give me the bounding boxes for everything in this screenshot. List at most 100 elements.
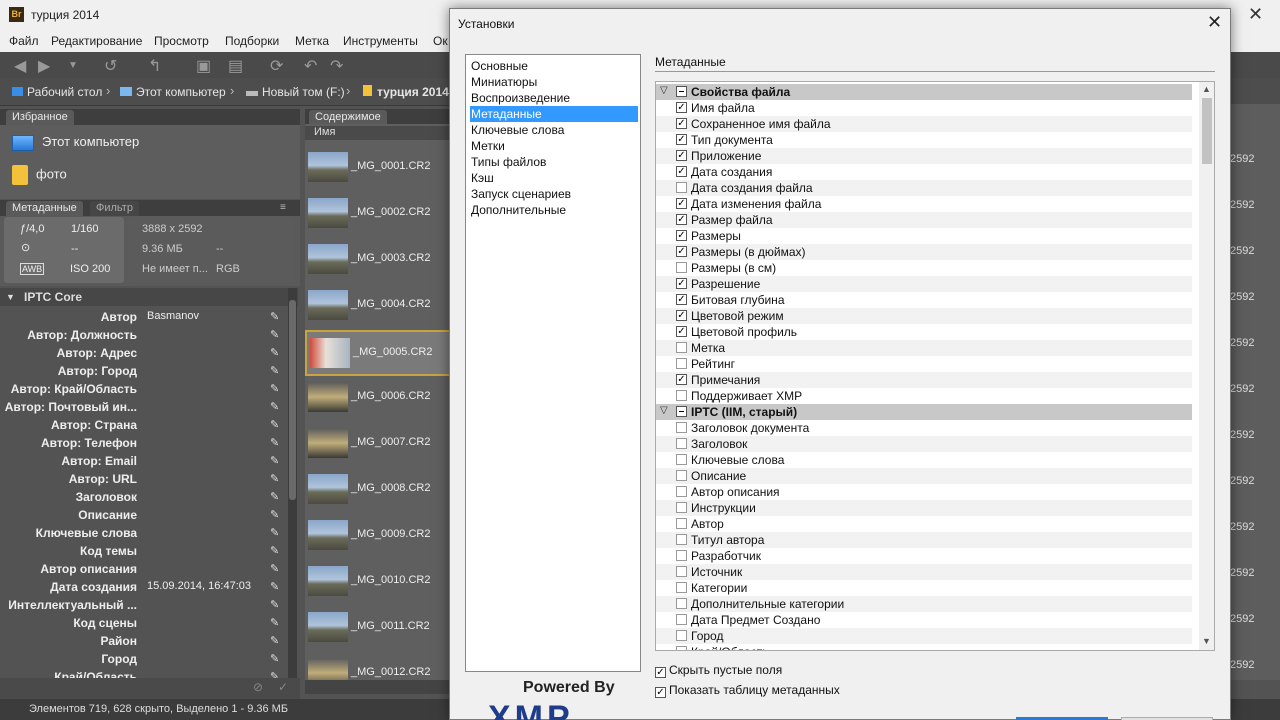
nav-item[interactable]: Запуск сценариев xyxy=(470,186,638,202)
iptc-field-value[interactable]: Basmanov xyxy=(147,310,199,322)
nav-item[interactable]: Кэш xyxy=(470,170,638,186)
field-checkbox[interactable] xyxy=(676,182,687,193)
metadata-field-row[interactable]: ✓ Тип документа xyxy=(656,132,1192,148)
iptc-field[interactable]: Ключевые слова ✎ xyxy=(0,524,290,542)
iptc-field[interactable]: Автор описания ✎ xyxy=(0,560,290,578)
fields-scrollbar[interactable] xyxy=(1199,82,1214,650)
window-close-icon[interactable]: ✕ xyxy=(1248,4,1263,25)
field-checkbox[interactable]: ✓ xyxy=(676,230,687,241)
recent-icon[interactable]: ↺ xyxy=(104,56,117,76)
iptc-field[interactable]: Автор: Должность ✎ xyxy=(0,326,290,344)
metadata-scrollbar-thumb[interactable] xyxy=(289,300,296,500)
file-row[interactable]: _MG_0009.CR2 xyxy=(305,514,465,560)
metadata-field-row[interactable]: Размеры (в см) xyxy=(656,260,1192,276)
hide-empty-fields-option[interactable]: ✓ Скрыть пустые поля xyxy=(655,663,782,678)
field-checkbox[interactable]: ✓ xyxy=(676,134,687,145)
field-checkbox[interactable] xyxy=(676,438,687,449)
metadata-field-row[interactable]: ✓ Приложение xyxy=(656,148,1192,164)
nav-item[interactable]: Ключевые слова xyxy=(470,122,638,138)
field-checkbox[interactable]: ✓ xyxy=(676,150,687,161)
tab-favorites[interactable]: Избранное xyxy=(6,110,74,125)
field-checkbox[interactable] xyxy=(676,582,687,593)
nav-item[interactable]: Основные xyxy=(470,58,638,74)
scroll-up-icon[interactable]: ▲ xyxy=(1202,84,1211,94)
dialog-close-icon[interactable]: ✕ xyxy=(1207,12,1222,33)
metadata-field-row[interactable]: Поддерживает XMP xyxy=(656,388,1192,404)
group-checkbox[interactable] xyxy=(676,86,687,97)
menu-edit[interactable]: Редактирование xyxy=(51,34,142,48)
field-checkbox[interactable] xyxy=(676,566,687,577)
camera-icon[interactable]: ▣ xyxy=(196,56,211,76)
metadata-field-row[interactable]: Автор описания xyxy=(656,484,1192,500)
edit-pencil-icon[interactable]: ✎ xyxy=(270,310,279,323)
nav-item[interactable]: Воспроизведение xyxy=(470,90,638,106)
iptc-field[interactable]: Дата создания 15.09.2014, 16:47:03 ✎ xyxy=(0,578,290,596)
breadcrumb-computer[interactable]: Этот компьютер xyxy=(120,85,226,99)
metadata-field-row[interactable]: ✓ Разрешение xyxy=(656,276,1192,292)
field-checkbox[interactable] xyxy=(676,550,687,561)
field-checkbox[interactable]: ✓ xyxy=(676,246,687,257)
edit-pencil-icon[interactable]: ✎ xyxy=(270,652,279,665)
fields-scrollbar-thumb[interactable] xyxy=(1202,98,1212,164)
edit-pencil-icon[interactable]: ✎ xyxy=(270,472,279,485)
iptc-field[interactable]: Автор: Почтовый ин... ✎ xyxy=(0,398,290,416)
thumbnail[interactable] xyxy=(308,474,348,504)
edit-pencil-icon[interactable]: ✎ xyxy=(270,562,279,575)
thumbnail[interactable] xyxy=(308,244,348,274)
field-checkbox[interactable] xyxy=(676,534,687,545)
metadata-field-row[interactable]: Рейтинг xyxy=(656,356,1192,372)
metadata-field-row[interactable]: Заголовок документа xyxy=(656,420,1192,436)
file-row[interactable]: _MG_0004.CR2 xyxy=(305,284,465,330)
metadata-field-row[interactable]: Описание xyxy=(656,468,1192,484)
edit-pencil-icon[interactable]: ✎ xyxy=(270,382,279,395)
disclosure-triangle-icon[interactable]: ▽ xyxy=(660,85,668,96)
edit-pencil-icon[interactable]: ✎ xyxy=(270,490,279,503)
field-checkbox[interactable] xyxy=(676,262,687,273)
iptc-field[interactable]: Код темы ✎ xyxy=(0,542,290,560)
metadata-group-row[interactable]: ▽ IPTC (IIM, старый) xyxy=(656,404,1192,420)
edit-pencil-icon[interactable]: ✎ xyxy=(270,436,279,449)
breadcrumb-desktop[interactable]: Рабочий стол xyxy=(12,85,102,99)
favorite-foto[interactable]: фото xyxy=(12,165,67,185)
edit-pencil-icon[interactable]: ✎ xyxy=(270,634,279,647)
back-icon[interactable]: ◀ xyxy=(14,56,26,76)
iptc-field[interactable]: Автор: URL ✎ xyxy=(0,470,290,488)
metadata-field-row[interactable]: ✓ Сохраненное имя файла xyxy=(656,116,1192,132)
nav-item[interactable]: Дополнительные xyxy=(470,202,638,218)
menu-label[interactable]: Метка xyxy=(295,34,329,48)
nav-item[interactable]: Миниатюры xyxy=(470,74,638,90)
file-row[interactable]: _MG_0007.CR2 xyxy=(305,422,465,468)
show-metadata-placard-checkbox[interactable]: ✓ xyxy=(655,687,666,698)
field-checkbox[interactable] xyxy=(676,518,687,529)
edit-pencil-icon[interactable]: ✎ xyxy=(270,364,279,377)
thumbnail[interactable] xyxy=(308,152,348,182)
iptc-field[interactable]: Автор: Город ✎ xyxy=(0,362,290,380)
field-checkbox[interactable] xyxy=(676,630,687,641)
metadata-field-row[interactable]: ✓ Размеры (в дюймах) xyxy=(656,244,1192,260)
iptc-field[interactable]: Автор Basmanov ✎ xyxy=(0,308,290,326)
output-icon[interactable]: ▤ xyxy=(228,56,243,76)
apply-icon[interactable]: ✓ xyxy=(278,680,288,694)
rotate-left-icon[interactable]: ↶ xyxy=(304,56,317,76)
metadata-field-row[interactable]: Ключевые слова xyxy=(656,452,1192,468)
field-checkbox[interactable]: ✓ xyxy=(676,310,687,321)
menu-file[interactable]: Файл xyxy=(9,34,39,48)
field-checkbox[interactable]: ✓ xyxy=(676,102,687,113)
metadata-field-row[interactable]: Титул автора xyxy=(656,532,1192,548)
content-hscrollbar[interactable] xyxy=(305,680,465,694)
edit-pencil-icon[interactable]: ✎ xyxy=(270,508,279,521)
rotate-right-icon[interactable]: ↷ xyxy=(330,56,343,76)
tab-filter[interactable]: Фильтр xyxy=(90,201,139,216)
field-checkbox[interactable]: ✓ xyxy=(676,166,687,177)
iptc-field[interactable]: Описание ✎ xyxy=(0,506,290,524)
field-checkbox[interactable] xyxy=(676,342,687,353)
field-checkbox[interactable] xyxy=(676,502,687,513)
iptc-field[interactable]: Заголовок ✎ xyxy=(0,488,290,506)
file-row[interactable]: _MG_0006.CR2 xyxy=(305,376,465,422)
metadata-group-row[interactable]: ▽ Свойства файла xyxy=(656,84,1192,100)
metadata-field-row[interactable]: ✓ Цветовой профиль xyxy=(656,324,1192,340)
thumbnail[interactable] xyxy=(308,198,348,228)
iptc-field[interactable]: Автор: Адрес ✎ xyxy=(0,344,290,362)
edit-pencil-icon[interactable]: ✎ xyxy=(270,526,279,539)
thumbnail[interactable] xyxy=(308,428,348,458)
